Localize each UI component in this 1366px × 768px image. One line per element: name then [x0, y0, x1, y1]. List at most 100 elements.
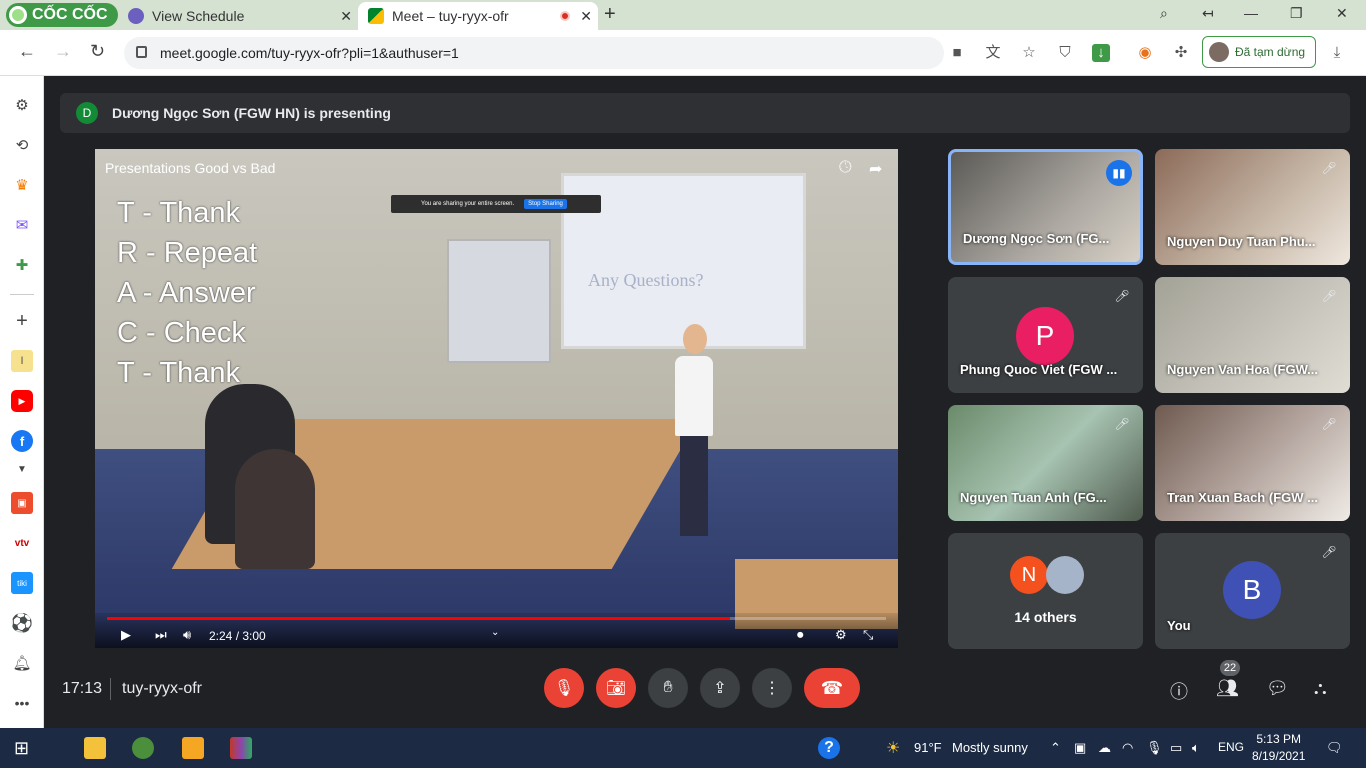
new-tab-button[interactable]: +	[604, 3, 616, 26]
chevron-down-icon[interactable]: ⌄	[491, 627, 499, 638]
tiki-icon[interactable]: tiki	[11, 572, 33, 594]
chat-icon[interactable]: 💬︎	[1266, 678, 1289, 699]
vtv-go-icon[interactable]: vtv	[11, 532, 33, 554]
chevron-down-icon[interactable]: ▼	[11, 458, 33, 480]
stop-sharing-button[interactable]: Stop Sharing	[524, 199, 567, 209]
raise-hand-button[interactable]: ✋︎	[648, 668, 688, 708]
extensions-puzzle-icon[interactable]: ✣	[1172, 44, 1190, 62]
file-explorer-icon[interactable]	[84, 737, 106, 759]
battery-icon[interactable]: ▭	[1170, 740, 1182, 756]
autoplay-toggle-icon[interactable]: ⏺︎	[797, 627, 804, 643]
volume-icon[interactable]: 🔊︎	[183, 627, 191, 643]
shield-icon[interactable]: ⛉	[1056, 44, 1074, 62]
camera-in-use-icon[interactable]: ■	[948, 44, 966, 62]
note-icon[interactable]: I	[11, 350, 33, 372]
sidebar-divider	[10, 294, 34, 295]
meeting-details-icon[interactable]: ⓘ	[1170, 678, 1188, 704]
help-icon[interactable]: ?	[818, 737, 840, 759]
meet-now-icon[interactable]: ▣	[1074, 740, 1086, 756]
people-icon[interactable]: 👥︎	[1216, 678, 1239, 699]
winrar-icon[interactable]	[230, 737, 252, 759]
share-icon[interactable]: ➦	[869, 159, 882, 179]
more-options-button[interactable]: ⋮	[752, 668, 792, 708]
participant-tile[interactable]: 🎤︎ Nguyen Duy Tuan Phu...	[1155, 149, 1350, 265]
video-title[interactable]: Presentations Good vs Bad	[105, 160, 275, 176]
restore-session-icon[interactable]: ↤	[1202, 5, 1214, 22]
search-tabs-icon[interactable]: ⌕	[1160, 5, 1168, 22]
participant-tile[interactable]: 🎤︎ Tran Xuan Bach (FGW ...	[1155, 405, 1350, 521]
settings-gear-icon[interactable]: ⚙	[11, 94, 33, 116]
weather-desc[interactable]: Mostly sunny	[952, 740, 1028, 755]
close-tab-icon[interactable]: ✕	[580, 8, 592, 25]
video-progress-fill	[107, 617, 731, 620]
camera-off-button[interactable]: 📷︎	[596, 668, 636, 708]
weather-temp[interactable]: 91°F	[914, 740, 942, 755]
video-progress-bar[interactable]	[107, 617, 886, 620]
play-icon[interactable]: ▶	[121, 627, 131, 643]
cloud-icon[interactable]: ☁	[1098, 740, 1111, 756]
acronym-line: A - Answer	[117, 277, 256, 309]
add-panel-icon[interactable]: +	[11, 310, 33, 332]
close-window-button[interactable]: ✕	[1336, 5, 1348, 22]
messenger-icon[interactable]: ✉	[11, 214, 33, 236]
meet-control-bar: 17:13 tuy-ryyx-ofr 🎙︎ 📷︎ ✋︎ ⇪ ⋮ ☎︎ ⓘ 👥︎ …	[44, 660, 1366, 728]
tab-view-schedule[interactable]: View Schedule ✕	[118, 2, 358, 30]
meet-favicon-icon	[368, 8, 384, 24]
gamepad-icon[interactable]: ✚	[11, 254, 33, 276]
screen-share-notice: You are sharing your entire screen. Stop…	[391, 195, 601, 213]
settings-gear-icon[interactable]: ⚙	[835, 627, 847, 643]
close-tab-icon[interactable]: ✕	[340, 8, 352, 25]
coccoc-menu-button[interactable]: CỐC CỐC	[6, 3, 118, 27]
others-tile[interactable]: N 14 others	[948, 533, 1143, 649]
tab-meet[interactable]: Meet – tuy-ryyx-ofr ✕	[358, 2, 598, 30]
back-button[interactable]: ←	[18, 41, 36, 62]
exit-fullscreen-icon[interactable]: ⤡	[863, 627, 873, 643]
next-icon[interactable]: ⏭︎	[155, 627, 167, 643]
youtube-icon[interactable]: ▶	[11, 390, 33, 412]
football-icon[interactable]: ⚽	[11, 612, 33, 634]
presenter-figure	[675, 324, 715, 549]
history-icon[interactable]: ⟲	[11, 134, 33, 156]
system-clock[interactable]: 5:13 PM 8/19/2021	[1252, 731, 1305, 765]
coccoc-taskbar-icon[interactable]	[132, 737, 154, 759]
bookmark-star-icon[interactable]: ☆	[1020, 44, 1038, 62]
notifications-icon[interactable]: 🗨︎	[1326, 740, 1343, 756]
chevron-up-icon[interactable]: ⌃	[1050, 740, 1061, 756]
translate-icon[interactable]: 文	[984, 44, 1002, 62]
tab-title: View Schedule	[152, 8, 245, 24]
microphone-icon[interactable]: 🎙︎	[1146, 740, 1163, 756]
wifi-icon[interactable]: ◠	[1122, 740, 1133, 756]
activities-icon[interactable]: ⛬	[1314, 678, 1327, 699]
present-now-button[interactable]: ⇪	[700, 668, 740, 708]
participant-tile[interactable]: 🎤︎ Nguyen Tuan Anh (FG...	[948, 405, 1143, 521]
minimize-button[interactable]: —	[1244, 5, 1258, 21]
participant-tile[interactable]: ▮▮ Dương Ngọc Sơn (FG...	[948, 149, 1143, 265]
extension-coccoc-icon[interactable]: ◉	[1136, 44, 1154, 62]
shopee-icon[interactable]: ▣	[11, 492, 33, 514]
participant-tile[interactable]: 🎤︎ Nguyen Van Hoa (FGW...	[1155, 277, 1350, 393]
mic-off-button[interactable]: 🎙︎	[544, 668, 584, 708]
presentation-video[interactable]: Any Questions? Presentations Good vs Bad…	[95, 149, 898, 648]
self-tile[interactable]: 🎤︎ B You	[1155, 533, 1350, 649]
reload-button[interactable]: ↻	[90, 41, 105, 62]
notifications-bell-icon[interactable]: 🔔︎	[11, 652, 33, 674]
windows-start-icon[interactable]: ⊞	[14, 737, 36, 759]
maximize-button[interactable]: ❐	[1290, 5, 1303, 22]
watch-later-icon[interactable]: 🕓︎	[839, 159, 852, 177]
input-language[interactable]: ENG	[1218, 740, 1244, 754]
profile-button[interactable]: Đã tạm dừng	[1202, 36, 1316, 68]
downloads-tray-icon[interactable]: ⤓	[1328, 44, 1346, 62]
forward-button[interactable]: →	[54, 41, 72, 62]
more-options-icon[interactable]: •••	[11, 692, 33, 714]
omnibox[interactable]: meet.google.com/tuy-ryyx-ofr?pli=1&authu…	[124, 37, 944, 69]
volume-icon[interactable]: 🔈︎	[1192, 740, 1200, 756]
crown-icon[interactable]: ♛	[11, 174, 33, 196]
participant-tile[interactable]: 🎤︎ P Phung Quoc Viet (FGW ...	[948, 277, 1143, 393]
whiteboard	[447, 239, 551, 363]
address-toolbar: ← → ↻ meet.google.com/tuy-ryyx-ofr?pli=1…	[0, 30, 1366, 76]
facebook-icon[interactable]: f	[11, 430, 33, 452]
leave-call-button[interactable]: ☎︎	[804, 668, 860, 708]
pdf-app-icon[interactable]	[182, 737, 204, 759]
download-icon[interactable]: ↓	[1092, 44, 1110, 62]
participant-name: Tran Xuan Bach (FGW ...	[1167, 490, 1318, 505]
